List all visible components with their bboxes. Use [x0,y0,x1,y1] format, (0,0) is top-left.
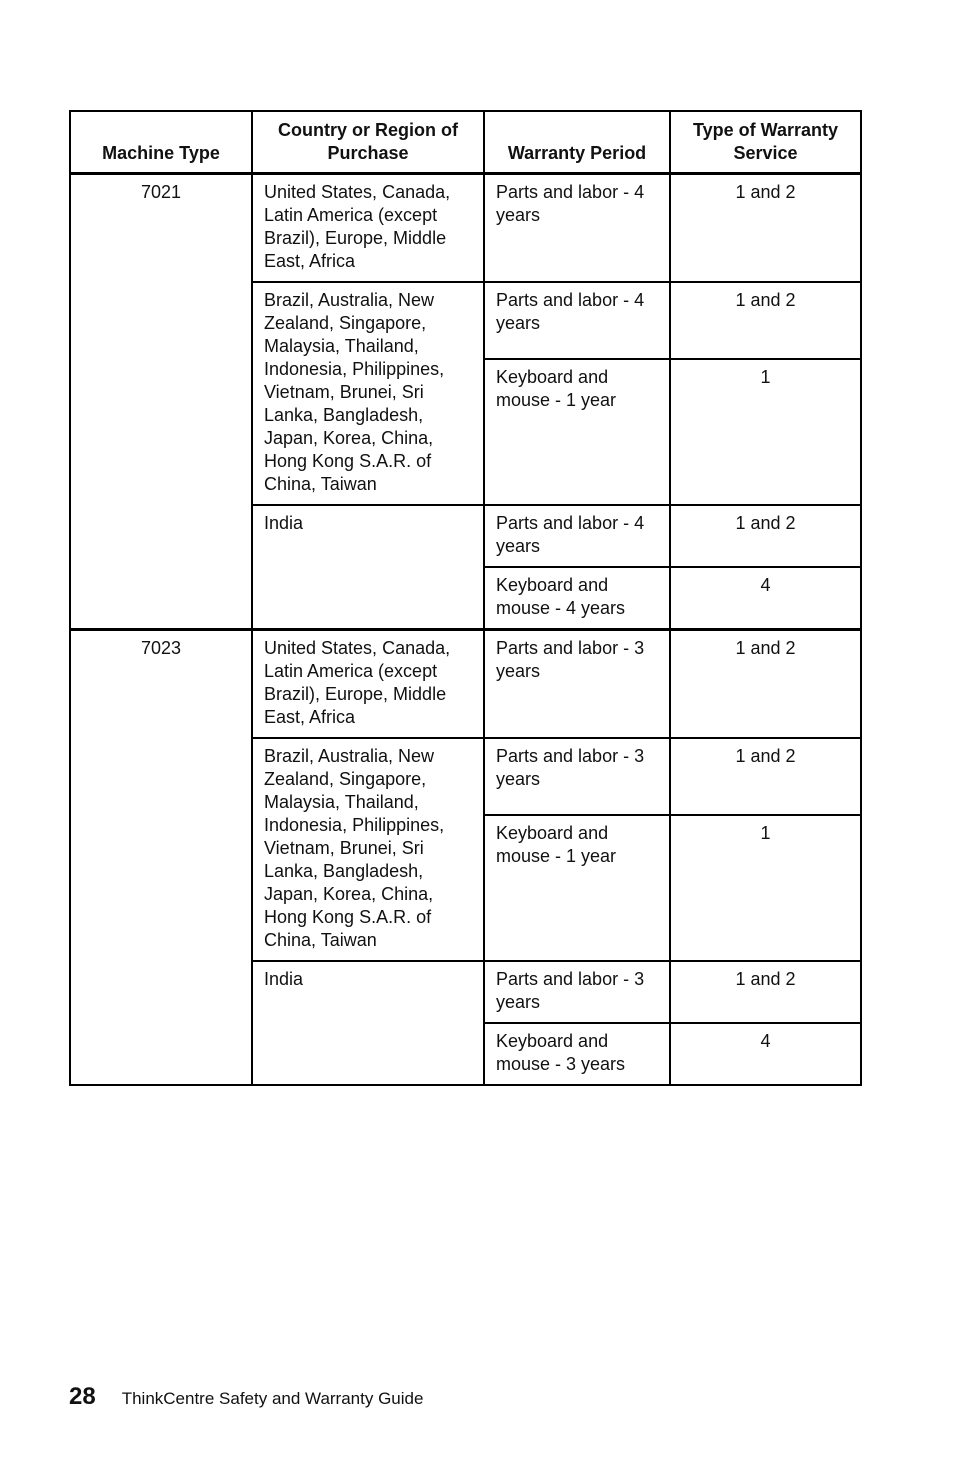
service-cell: 1 and 2 [669,737,862,816]
machine-type-cell: 7023 [69,628,253,1086]
region-cell: India [251,504,485,631]
period-cell: Parts and labor - 4 years [483,281,671,360]
service-cell: 4 [669,566,862,631]
period-cell: Keyboard and mouse - 4 years [483,566,671,631]
header-warranty-period: Warranty Period [483,110,671,175]
region-cell: India [251,960,485,1086]
table-row: 7023 United States, Canada, Latin Americ… [69,628,862,1086]
period-cell: Keyboard and mouse - 1 year [483,358,671,506]
period-cell: Keyboard and mouse - 1 year [483,814,671,962]
page-footer: 28 ThinkCentre Safety and Warranty Guide [69,1383,423,1411]
region-cell: United States, Canada, Latin America (ex… [251,628,485,739]
table-header-row: Machine Type Country or Region of Purcha… [69,110,862,175]
service-cell: 1 [669,814,862,962]
service-cell: 1 and 2 [669,281,862,360]
region-cell: Brazil, Australia, New Zealand, Singapor… [251,281,485,506]
region-cell: Brazil, Australia, New Zealand, Singapor… [251,737,485,962]
service-cell: 1 and 2 [669,628,862,739]
header-machine-type: Machine Type [69,110,253,175]
page-number: 28 [69,1383,96,1410]
period-cell: Keyboard and mouse - 3 years [483,1022,671,1086]
header-country-region: Country or Region of Purchase [251,110,485,175]
header-warranty-service: Type of Warranty Service [669,110,862,175]
warranty-table: Machine Type Country or Region of Purcha… [69,110,862,1086]
service-cell: 1 and 2 [669,960,862,1024]
table-row: 7021 United States, Canada, Latin Americ… [69,172,862,631]
period-cell: Parts and labor - 3 years [483,960,671,1024]
period-cell: Parts and labor - 4 years [483,172,671,283]
service-cell: 1 [669,358,862,506]
period-cell: Parts and labor - 3 years [483,628,671,739]
period-cell: Parts and labor - 3 years [483,737,671,816]
region-cell: United States, Canada, Latin America (ex… [251,172,485,283]
document-title: ThinkCentre Safety and Warranty Guide [121,1389,424,1408]
service-cell: 1 and 2 [669,504,862,568]
period-cell: Parts and labor - 4 years [483,504,671,568]
machine-type-cell: 7021 [69,172,253,631]
service-cell: 1 and 2 [669,172,862,283]
service-cell: 4 [669,1022,862,1086]
